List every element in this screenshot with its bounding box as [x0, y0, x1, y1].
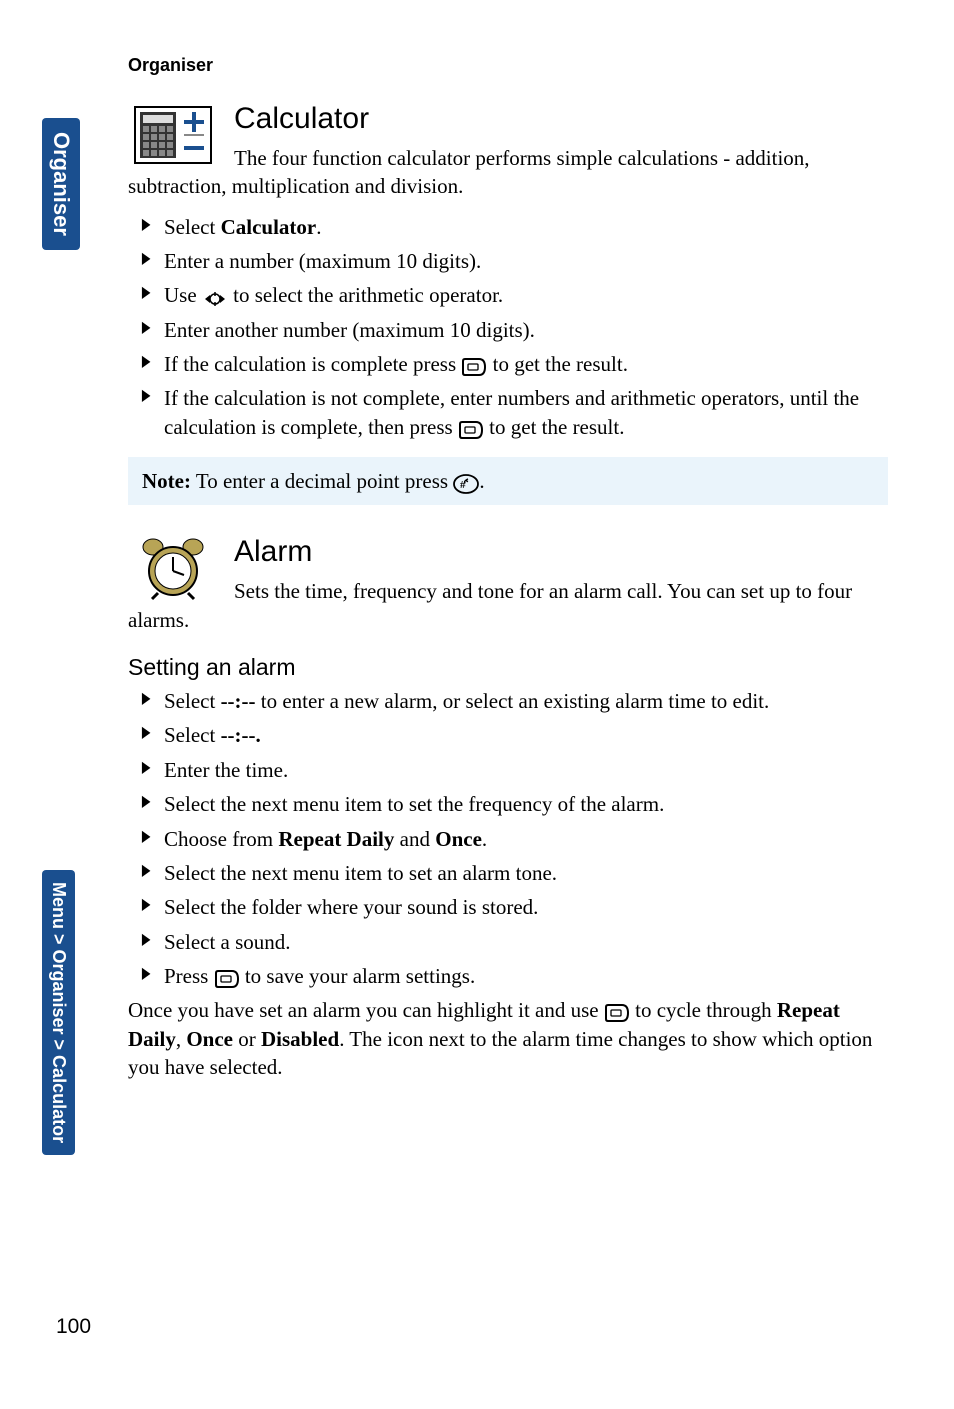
bold-placeholder: --:--: [221, 689, 256, 713]
page-number: 100: [56, 1315, 91, 1339]
text: to enter a new alarm, or select an exist…: [256, 689, 770, 713]
step-save: Press to save your alarm settings.: [140, 962, 888, 990]
select-key-icon: [458, 419, 484, 439]
page-header: Organiser: [128, 55, 213, 76]
calculator-section: Calculator The four function calculator …: [128, 100, 888, 505]
step-sound: Select a sound.: [140, 928, 888, 956]
hash-key-icon: #: [453, 473, 479, 493]
text: Choose from: [164, 827, 278, 851]
step-tone: Select the next menu item to set an alar…: [140, 859, 888, 887]
step-choose-repeat: Choose from Repeat Daily and Once.: [140, 825, 888, 853]
select-key-icon: [461, 356, 487, 376]
text: Select: [164, 723, 221, 747]
step-select-calculator: Select Calculator.: [140, 213, 888, 241]
text: to save your alarm settings.: [240, 964, 476, 988]
page-content: Calculator The four function calculator …: [128, 100, 888, 1081]
text: Select: [164, 689, 221, 713]
text: Select: [164, 215, 221, 239]
note-box: Note: To enter a decimal point press #.: [128, 457, 888, 505]
alarm-clock-icon: [128, 533, 218, 603]
text: or: [233, 1027, 261, 1051]
alarm-steps: Select --:-- to enter a new alarm, or se…: [140, 687, 888, 990]
navigation-key-icon: [202, 288, 228, 308]
step-select-operator: Use to select the arithmetic operator.: [140, 281, 888, 309]
calculator-icon: [128, 100, 218, 170]
text: to get the result.: [484, 415, 625, 439]
sidebar-tab-breadcrumb: Menu > Organiser > Calculator: [42, 870, 75, 1155]
text: .: [482, 827, 487, 851]
bold-once: Once: [186, 1027, 233, 1051]
step-select-new-alarm: Select --:-- to enter a new alarm, or se…: [140, 687, 888, 715]
alarm-section: Alarm Sets the time, frequency and tone …: [128, 533, 888, 1081]
step-not-complete: If the calculation is not complete, ente…: [140, 384, 888, 441]
text: to select the arithmetic operator.: [228, 283, 503, 307]
calculator-steps: Select Calculator. Enter a number (maxim…: [140, 213, 888, 441]
text: Press: [164, 964, 214, 988]
text: .: [316, 215, 321, 239]
select-key-icon: [604, 1002, 630, 1022]
step-select-entry: Select --:--.: [140, 721, 888, 749]
step-folder: Select the folder where your sound is st…: [140, 893, 888, 921]
alarm-intro: Sets the time, frequency and tone for an…: [128, 577, 888, 634]
calculator-intro: The four function calculator performs si…: [128, 144, 888, 201]
step-enter-number: Enter a number (maximum 10 digits).: [140, 247, 888, 275]
text: to get the result.: [487, 352, 628, 376]
text: Once you have set an alarm you can highl…: [128, 998, 604, 1022]
sidebar-tab-organiser: Organiser: [42, 118, 80, 250]
note-text: To enter a decimal point press: [191, 469, 453, 493]
step-enter-time: Enter the time.: [140, 756, 888, 784]
text: Use: [164, 283, 202, 307]
step-frequency: Select the next menu item to set the fre…: [140, 790, 888, 818]
select-key-icon: [214, 968, 240, 988]
bold-once: Once: [435, 827, 482, 851]
bold-repeat-daily: Repeat Daily: [278, 827, 394, 851]
step-enter-another: Enter another number (maximum 10 digits)…: [140, 316, 888, 344]
text: .: [479, 469, 484, 493]
text: ,: [176, 1027, 187, 1051]
text: If the calculation is complete press: [164, 352, 461, 376]
alarm-paragraph: Once you have set an alarm you can highl…: [128, 996, 888, 1081]
step-complete: If the calculation is complete press to …: [140, 350, 888, 378]
bold-disabled: Disabled: [261, 1027, 339, 1051]
bold-placeholder: --:--.: [221, 723, 261, 747]
note-label: Note:: [142, 469, 191, 493]
calculator-title: Calculator: [128, 100, 888, 136]
text: and: [394, 827, 435, 851]
alarm-title: Alarm: [128, 533, 888, 569]
setting-alarm-heading: Setting an alarm: [128, 654, 888, 681]
bold-calculator: Calculator: [221, 215, 317, 239]
text: to cycle through: [630, 998, 777, 1022]
